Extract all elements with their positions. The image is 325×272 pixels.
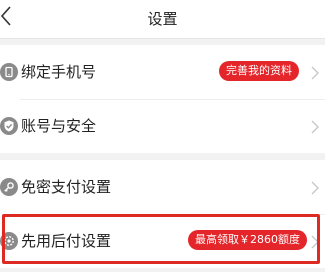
settings-row-label: 先用后付设置 — [21, 232, 112, 250]
settings-row-label: 绑定手机号 — [21, 63, 97, 81]
gear-badge-icon — [0, 232, 18, 250]
credit-limit-badge[interactable]: 最高领取￥2860额度 — [188, 230, 307, 250]
chevron-right-icon — [310, 119, 320, 134]
settings-screen: 设置 绑定手机号 账号与安全 完善我的资料 免密支付设置 先用后付设置 最高领取… — [0, 0, 325, 272]
page-title: 设置 — [147, 10, 178, 28]
complete-profile-badge[interactable]: 完善我的资料 — [219, 61, 299, 81]
phone-icon — [0, 63, 18, 81]
navbar: 设置 — [0, 0, 325, 39]
settings-row-label: 账号与安全 — [21, 117, 97, 135]
key-icon — [0, 178, 18, 196]
settings-row-pay-later[interactable]: 先用后付设置 最高领取￥2860额度 — [0, 214, 325, 268]
chevron-right-icon — [310, 65, 320, 80]
settings-group-payment: 免密支付设置 先用后付设置 最高领取￥2860额度 — [0, 160, 325, 268]
chevron-right-icon — [310, 180, 320, 195]
shield-check-icon — [0, 117, 18, 135]
settings-row-account-security[interactable]: 账号与安全 — [0, 99, 325, 153]
settings-row-label: 免密支付设置 — [21, 178, 112, 196]
chevron-right-icon — [310, 234, 320, 249]
settings-row-password-free-payment[interactable]: 免密支付设置 — [0, 160, 325, 214]
